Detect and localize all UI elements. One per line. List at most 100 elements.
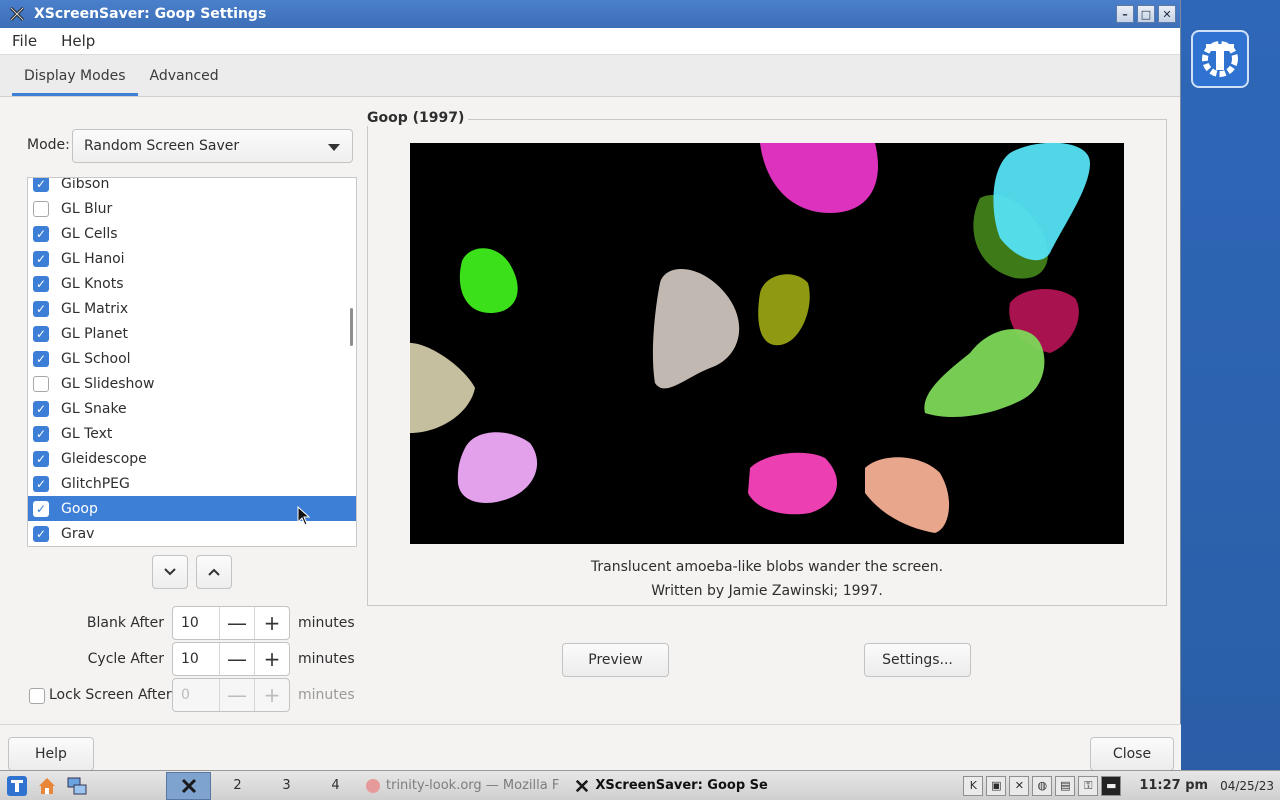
home-folder-icon[interactable] — [34, 773, 60, 799]
clock[interactable]: 11:27 pm — [1139, 778, 1208, 793]
list-item-checkbox[interactable]: ✓ — [33, 300, 49, 317]
mode-value: Random Screen Saver — [84, 138, 240, 154]
trinity-logo-icon[interactable] — [1191, 30, 1249, 88]
list-item[interactable]: GL Blur — [28, 196, 356, 221]
tab-advanced[interactable]: Advanced — [138, 68, 231, 96]
settings-window: XScreenSaver: Goop Settings – □ ✕ File H… — [0, 0, 1181, 771]
list-item-checkbox[interactable]: ✓ — [33, 500, 49, 517]
list-item-checkbox[interactable]: ✓ — [33, 400, 49, 417]
display-icon[interactable]: ▤ — [1055, 775, 1076, 796]
goop-blobs-image — [410, 143, 1090, 533]
settings-button[interactable]: Settings... — [864, 643, 971, 677]
preview-description: Translucent amoeba-like blobs wander the… — [590, 559, 944, 575]
list-item[interactable]: ✓ GL Text — [28, 421, 356, 446]
dialog-button-bar: Help Close — [0, 724, 1181, 771]
cycle-after-input[interactable]: 10 — [173, 643, 219, 675]
list-item-label: Gibson — [61, 177, 110, 192]
blank-after-increment[interactable]: + — [254, 607, 289, 639]
list-item[interactable]: GL Slideshow — [28, 371, 356, 396]
blank-after-unit: minutes — [298, 615, 355, 631]
list-item[interactable]: ✓ GL Knots — [28, 271, 356, 296]
list-item[interactable]: ✓ GL Snake — [28, 396, 356, 421]
next-hack-button[interactable] — [152, 555, 188, 589]
cycle-after-spinner[interactable]: 10 — + — [172, 642, 290, 676]
dropdown-arrow-icon — [328, 144, 340, 151]
desktop-3-button[interactable]: 3 — [264, 772, 309, 800]
klipper-icon[interactable]: K — [963, 775, 984, 796]
mode-dropdown[interactable]: Random Screen Saver — [72, 129, 353, 163]
previous-hack-button[interactable] — [196, 555, 232, 589]
list-item[interactable]: ✓ GL Planet — [28, 321, 356, 346]
minimize-button[interactable]: – — [1116, 5, 1134, 23]
list-item-checkbox[interactable]: ✓ — [33, 475, 49, 492]
list-item[interactable]: ✓ GL Hanoi — [28, 246, 356, 271]
start-menu-icon[interactable] — [4, 773, 30, 799]
list-item-checkbox[interactable]: ✓ — [33, 225, 49, 242]
list-scrollbar[interactable] — [350, 308, 353, 346]
task-browser-label: trinity-look.org — Mozilla F — [386, 778, 560, 793]
list-item-checkbox[interactable] — [33, 200, 49, 217]
desktop-background — [1181, 0, 1280, 770]
list-item-label: GL Cells — [61, 225, 118, 242]
menu-file[interactable]: File — [0, 32, 49, 50]
desktop-2-button[interactable]: 2 — [215, 772, 260, 800]
list-item-label: GL Slideshow — [61, 375, 155, 392]
tab-display-modes[interactable]: Display Modes — [12, 68, 138, 96]
preview-credit: Written by Jamie Zawinski; 1997. — [651, 583, 883, 599]
list-item[interactable]: ✓ GL School — [28, 346, 356, 371]
list-item-checkbox[interactable]: ✓ — [33, 178, 49, 192]
cycle-after-increment[interactable]: + — [254, 643, 289, 675]
blank-after-input[interactable]: 10 — [173, 607, 219, 639]
list-item-checkbox[interactable] — [33, 375, 49, 392]
list-item[interactable]: ✓ Goop — [28, 496, 356, 526]
date[interactable]: 04/25/23 — [1220, 779, 1274, 793]
list-item-checkbox[interactable]: ✓ — [33, 525, 49, 542]
list-item-checkbox[interactable]: ✓ — [33, 350, 49, 367]
lock-icon[interactable]: ⚿ — [1078, 775, 1099, 796]
cycle-after-unit: minutes — [298, 651, 355, 667]
list-item-checkbox[interactable]: ✓ — [33, 250, 49, 267]
chevron-down-icon — [164, 568, 176, 576]
list-item[interactable]: ✓ GL Cells — [28, 221, 356, 246]
desktop-1-button[interactable] — [166, 771, 211, 800]
lock-after-spinner: 0 — + — [172, 678, 290, 712]
list-item-label: Grav — [61, 525, 95, 542]
mouse-cursor-icon — [297, 505, 311, 526]
list-item-checkbox[interactable]: ✓ — [33, 325, 49, 342]
list-item-label: GL School — [61, 350, 131, 367]
close-window-button[interactable]: ✕ — [1158, 5, 1176, 23]
list-item[interactable]: ✓ GL Matrix — [28, 296, 356, 321]
list-item-checkbox[interactable]: ✓ — [33, 450, 49, 467]
blank-after-spinner[interactable]: 10 — + — [172, 606, 290, 640]
title-bar[interactable]: XScreenSaver: Goop Settings – □ ✕ — [0, 0, 1180, 28]
xscreensaver-icon — [576, 779, 589, 792]
lock-screen-checkbox[interactable] — [29, 688, 45, 704]
desktop-4-button[interactable]: 4 — [313, 772, 358, 800]
network-icon[interactable] — [64, 773, 90, 799]
cycle-after-decrement[interactable]: — — [219, 643, 254, 675]
terminal-icon[interactable]: ▬ — [1101, 775, 1122, 796]
list-item-checkbox[interactable]: ✓ — [33, 275, 49, 292]
list-item[interactable]: ✓ Gleidescope — [28, 446, 356, 471]
list-item-label: GL Matrix — [61, 300, 129, 317]
lock-after-unit: minutes — [298, 687, 355, 703]
screensaver-list[interactable]: ✓ Gibson GL Blur ✓ GL Cells ✓ GL Hanoi ✓ GL Knot… — [27, 177, 357, 547]
blank-after-decrement[interactable]: — — [219, 607, 254, 639]
list-item-label: Gleidescope — [61, 450, 147, 467]
list-item-label: GL Planet — [61, 325, 128, 342]
help-button[interactable]: Help — [8, 737, 94, 771]
task-browser[interactable]: trinity-look.org — Mozilla F — [358, 772, 567, 800]
preview-button[interactable]: Preview — [562, 643, 669, 677]
close-button[interactable]: Close — [1090, 737, 1174, 771]
list-item[interactable]: ✓ Gibson — [28, 177, 356, 196]
globe-icon[interactable]: ◍ — [1032, 775, 1053, 796]
list-item[interactable]: ✓ GlitchPEG — [28, 471, 356, 496]
monitor-icon[interactable]: ▣ — [986, 775, 1007, 796]
preview-canvas — [410, 143, 1124, 544]
menu-help[interactable]: Help — [49, 32, 107, 50]
preview-heading: Goop (1997) — [367, 110, 469, 126]
maximize-button[interactable]: □ — [1137, 5, 1155, 23]
task-xscreensaver[interactable]: XScreenSaver: Goop Se — [567, 772, 776, 800]
mute-icon[interactable]: ✕ — [1009, 775, 1030, 796]
list-item-checkbox[interactable]: ✓ — [33, 425, 49, 442]
